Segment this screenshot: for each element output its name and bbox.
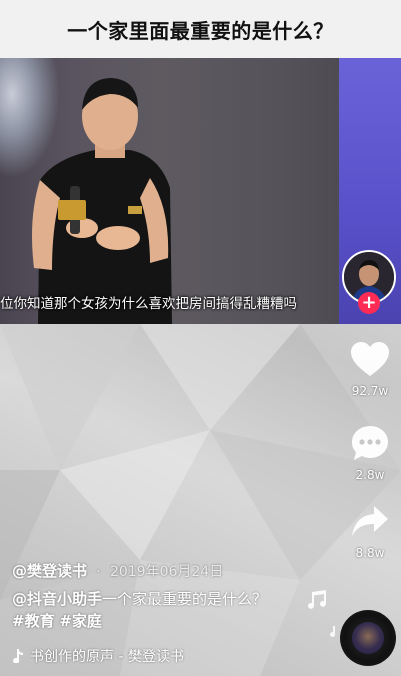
share-arrow-icon bbox=[352, 506, 388, 536]
like-count: 92.7w bbox=[351, 384, 389, 398]
share-button[interactable]: 8.8w bbox=[344, 504, 396, 560]
music-note-icon bbox=[13, 649, 23, 663]
comment-count: 2.8w bbox=[355, 468, 385, 482]
author-avatar[interactable]: + bbox=[342, 250, 396, 314]
share-count: 8.8w bbox=[355, 546, 385, 560]
follow-button[interactable]: + bbox=[358, 292, 380, 314]
video-feed-screen: 一个家里面最重要的是什么？ 位你知道那个女孩为什么喜欢把房间搞得乱糟糟吗 + 9… bbox=[0, 0, 401, 676]
music-info[interactable]: 书创作的原声 - 樊登读书 bbox=[12, 646, 184, 666]
speaker-figure bbox=[32, 78, 172, 324]
comment-button[interactable]: 2.8w bbox=[344, 424, 396, 482]
hashtag-link[interactable]: #家庭 bbox=[59, 612, 102, 630]
music-cover bbox=[352, 622, 384, 654]
heart-icon bbox=[351, 342, 389, 376]
author-name[interactable]: @樊登读书 bbox=[12, 562, 87, 580]
video-player[interactable] bbox=[0, 58, 401, 324]
music-disc[interactable] bbox=[340, 610, 396, 666]
plus-icon: + bbox=[361, 292, 377, 313]
comment-icon bbox=[352, 426, 388, 460]
floating-music-note-icon bbox=[308, 590, 326, 609]
mention-link[interactable]: @抖音小助手 bbox=[12, 590, 102, 608]
video-description: @抖音小助手一个家最重要的是什么？ #教育 #家庭 bbox=[12, 588, 282, 632]
description-text: 一个家最重要的是什么？ bbox=[102, 590, 268, 608]
music-label: 书创作的原声 - 樊登读书 bbox=[30, 649, 184, 665]
author-line: @樊登读书 · 2019年06月24日 bbox=[12, 560, 223, 581]
like-button[interactable]: 92.7w bbox=[344, 342, 396, 398]
video-subtitle: 位你知道那个女孩为什么喜欢把房间搞得乱糟糟吗 bbox=[0, 296, 297, 312]
hashtag-link[interactable]: #教育 bbox=[12, 612, 55, 630]
floating-music-note-icon bbox=[330, 626, 336, 637]
post-date-separator: · bbox=[96, 564, 101, 580]
video-title: 一个家里面最重要的是什么？ bbox=[67, 18, 334, 43]
post-date: 2019年06月24日 bbox=[109, 564, 224, 580]
title-bar: 一个家里面最重要的是什么？ bbox=[0, 0, 401, 58]
